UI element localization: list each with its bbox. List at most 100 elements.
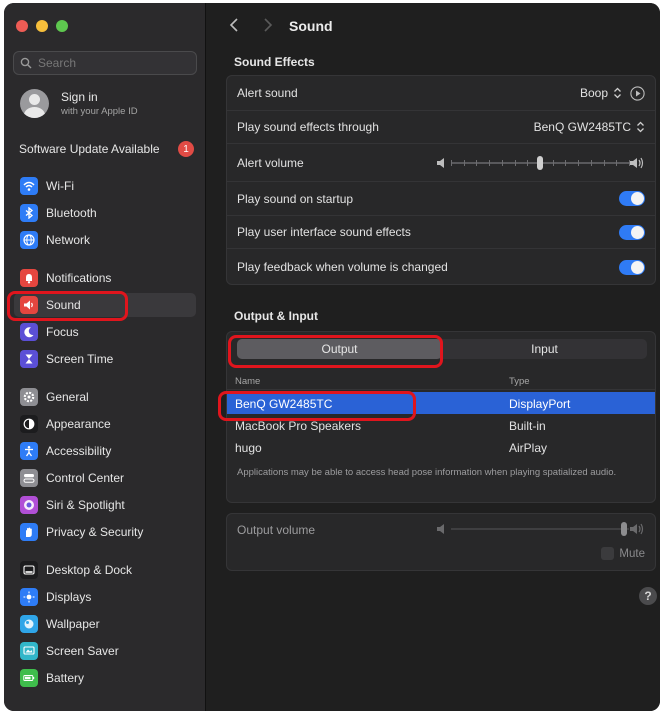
- tab-output[interactable]: Output: [237, 339, 442, 359]
- forward-chevron-icon[interactable]: [260, 17, 274, 33]
- mute-checkbox[interactable]: Mute: [601, 547, 645, 560]
- sidebar-item-label: Displays: [46, 590, 92, 604]
- volume-feedback-row: Play feedback when volume is changed: [227, 249, 655, 285]
- control-center-icon: [20, 469, 38, 487]
- help-button[interactable]: ?: [639, 587, 657, 605]
- sidebar-item-label: Privacy & Security: [46, 525, 144, 539]
- sidebar: Sign in with your Apple ID Software Upda…: [4, 3, 206, 711]
- slider-tick: [489, 159, 491, 166]
- wifi-icon: [20, 177, 38, 195]
- sidebar-item-notifications[interactable]: Notifications: [14, 266, 196, 290]
- mute-label: Mute: [619, 547, 645, 560]
- slider-tick: [527, 159, 529, 166]
- sidebar-item-wi-fi[interactable]: Wi-Fi: [14, 174, 196, 198]
- back-chevron-icon[interactable]: [228, 17, 242, 33]
- slider-tick: [552, 159, 554, 166]
- alert-volume-slider[interactable]: [437, 155, 645, 170]
- zoom-button[interactable]: [56, 20, 68, 32]
- minimize-button[interactable]: [36, 20, 48, 32]
- speaker-high-icon: [630, 157, 644, 168]
- sidebar-item-screen-saver[interactable]: Screen Saver: [14, 639, 196, 663]
- sidebar-item-privacy-and-security[interactable]: Privacy & Security: [14, 520, 196, 544]
- play-through-row: Play sound effects through BenQ GW2485TC: [227, 111, 655, 144]
- output-volume-group: Output volume Mute: [226, 513, 656, 571]
- device-table-header: Name Type: [227, 372, 655, 390]
- sidebar-item-general[interactable]: General: [14, 385, 196, 409]
- speaker-low-icon: [437, 157, 444, 168]
- sidebar-item-label: General: [46, 390, 89, 404]
- sidebar-item-appearance[interactable]: Appearance: [14, 412, 196, 436]
- slider-tick: [590, 159, 592, 166]
- bluetooth-icon: [20, 204, 38, 222]
- globe-icon: [20, 231, 38, 249]
- sound-effects-group: Alert sound Boop Play sound effects thro…: [226, 75, 656, 285]
- updown-chevron-icon: [614, 87, 621, 99]
- device-name: BenQ GW2485TC: [235, 397, 333, 411]
- device-row[interactable]: MacBook Pro Speakers Built-in: [227, 414, 655, 436]
- sidebar-item-battery[interactable]: Battery: [14, 666, 196, 690]
- search-field[interactable]: [13, 51, 197, 75]
- alert-volume-knob[interactable]: [537, 155, 543, 170]
- sidebar-item-siri-and-spotlight[interactable]: Siri & Spotlight: [14, 493, 196, 517]
- output-volume-slider[interactable]: [437, 522, 645, 536]
- slider-tick: [463, 159, 465, 166]
- sidebar-item-label: Screen Time: [46, 352, 114, 366]
- accessibility-icon: [20, 442, 38, 460]
- sidebar-item-focus[interactable]: Focus: [14, 320, 196, 344]
- software-update-item[interactable]: Software Update Available 1: [19, 141, 194, 157]
- device-type: AirPlay: [509, 441, 548, 455]
- ui-sound-toggle[interactable]: [619, 224, 645, 240]
- device-name: MacBook Pro Speakers: [235, 419, 362, 433]
- alert-volume-label: Alert volume: [237, 155, 304, 170]
- device-row[interactable]: BenQ GW2485TC DisplayPort: [227, 392, 655, 414]
- speaker-icon: [20, 296, 38, 314]
- alert-sound-popup[interactable]: Boop: [580, 85, 645, 101]
- appearance-icon: [20, 415, 38, 433]
- sidebar-item-label: Desktop & Dock: [46, 563, 133, 577]
- gear-icon: [20, 388, 38, 406]
- sidebar-item-sound[interactable]: Sound: [14, 293, 196, 317]
- device-name: hugo: [235, 441, 262, 455]
- sidebar-item-label: Appearance: [46, 417, 111, 431]
- slider-tick: [501, 159, 503, 166]
- device-type: Built-in: [509, 419, 546, 433]
- sidebar-item-network[interactable]: Network: [14, 228, 196, 252]
- output-input-segmented: Output Input: [237, 339, 647, 359]
- search-input[interactable]: [38, 56, 188, 70]
- volume-feedback-toggle[interactable]: [619, 259, 645, 275]
- close-button[interactable]: [16, 20, 28, 32]
- screen-saver-icon: [20, 642, 38, 660]
- sidebar-item-accessibility[interactable]: Accessibility: [14, 439, 196, 463]
- slider-tick: [578, 159, 580, 166]
- sidebar-item-label: Wallpaper: [46, 617, 100, 631]
- sidebar-item-label: Focus: [46, 325, 79, 339]
- slider-tick: [616, 159, 618, 166]
- column-type-header[interactable]: Type: [509, 376, 530, 387]
- sidebar-item-label: Battery: [46, 671, 85, 685]
- column-name-header[interactable]: Name: [235, 376, 260, 387]
- ui-sound-row: Play user interface sound effects: [227, 216, 655, 249]
- startup-sound-toggle[interactable]: [619, 191, 645, 206]
- sidebar-item-label: Bluetooth: [46, 206, 97, 220]
- tab-input[interactable]: Input: [442, 339, 647, 359]
- play-icon[interactable]: [630, 85, 645, 101]
- apple-id-signin[interactable]: Sign in with your Apple ID: [20, 89, 138, 118]
- mute-checkbox-box[interactable]: [601, 547, 615, 560]
- startup-sound-row: Play sound on startup: [227, 182, 655, 216]
- sidebar-item-screen-time[interactable]: Screen Time: [14, 347, 196, 371]
- sidebar-item-displays[interactable]: Displays: [14, 585, 196, 609]
- sidebar-item-label: Control Center: [46, 471, 125, 485]
- play-through-popup[interactable]: BenQ GW2485TC: [534, 120, 645, 134]
- sidebar-item-desktop-and-dock[interactable]: Desktop & Dock: [14, 558, 196, 582]
- sidebar-item-bluetooth[interactable]: Bluetooth: [14, 201, 196, 225]
- toolbar: Sound: [206, 3, 660, 49]
- sidebar-item-label: Accessibility: [46, 444, 112, 458]
- updown-chevron-icon: [637, 121, 644, 133]
- sidebar-item-label: Sound: [46, 298, 81, 312]
- window-controls: [16, 20, 68, 32]
- sidebar-item-control-center[interactable]: Control Center: [14, 466, 196, 490]
- sidebar-item-wallpaper[interactable]: Wallpaper: [14, 612, 196, 636]
- main-pane: Sound Sound Effects Alert sound Boop Pla…: [206, 3, 660, 711]
- device-row[interactable]: hugo AirPlay: [227, 436, 655, 458]
- output-volume-knob[interactable]: [620, 522, 627, 536]
